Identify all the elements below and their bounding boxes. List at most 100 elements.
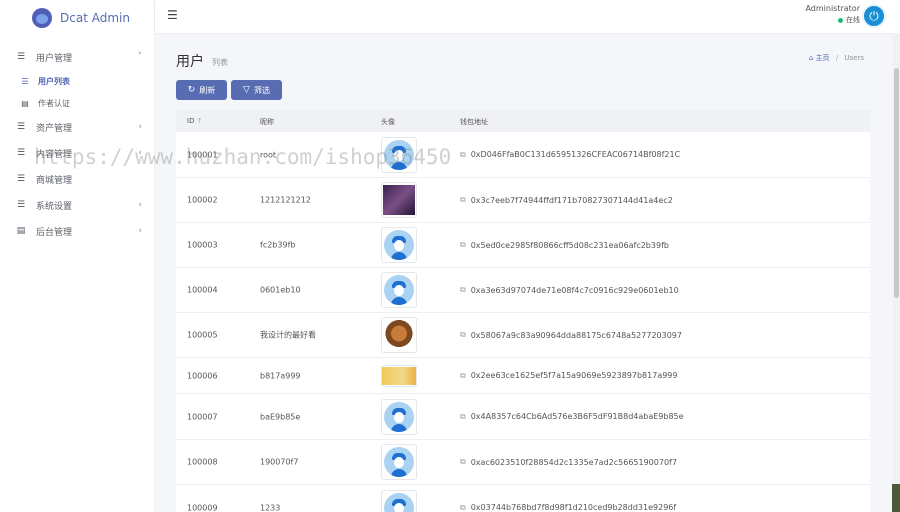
sidebar-item-label: 系统设置 — [36, 201, 73, 212]
cell-nickname: 190070f7 — [260, 457, 299, 467]
copy-icon[interactable]: ⧉ — [460, 503, 466, 512]
user-name: Administrator — [805, 4, 860, 13]
refresh-label: 刷新 — [199, 85, 216, 95]
table-row[interactable]: 100004 0601eb10 ⧉ 0xa3e63d97074de71e08f4c… — [176, 268, 870, 313]
file-icon: ▤ — [21, 98, 29, 108]
avatar-image[interactable] — [381, 489, 417, 512]
copy-icon[interactable]: ⧉ — [460, 412, 466, 422]
cell-wallet: ⧉ 0x03744b768bd7f8d98f1d210ced9b28dd31e92… — [460, 503, 676, 512]
sidebar-item-label: 资产管理 — [36, 123, 73, 134]
breadcrumb-current: Users — [844, 54, 864, 62]
cell-wallet: ⧉ 0x2ee63ce1625ef5f7a15a9069e5923897b817a… — [460, 371, 677, 381]
copy-icon[interactable]: ⧉ — [460, 457, 466, 467]
sidebar-menu: ☰ 用户管理 ˅ ☰ 用户列表 ▤ 作者认证 ☰ 资产管理 ‹ ☰ 内容管理 ‹… — [0, 44, 154, 244]
bars-icon: ☰ — [16, 148, 26, 158]
user-status-text: 在线 — [846, 16, 860, 24]
table-row[interactable]: 100007 baE9b85e ⧉ 0x4A8357c64Cb6Ad576e3B6… — [176, 394, 870, 440]
cell-wallet: ⧉ 0x3c7eeb7f74944ffdf171b70827307144d41a4… — [460, 195, 673, 205]
avatar-image[interactable] — [381, 317, 417, 353]
top-header: ☰ Administrator 在线 ⏻ — [155, 0, 900, 33]
cell-id: 100007 — [187, 412, 218, 421]
page-scrollbar[interactable] — [893, 33, 900, 512]
column-header-avatar: 头像 — [381, 118, 395, 126]
filter-label: 筛选 — [253, 85, 270, 95]
page-title: 用户 — [176, 54, 204, 70]
filter-button[interactable]: ▽ 筛选 — [231, 80, 282, 100]
table-row[interactable]: 100002 1212121212 ⧉ 0x3c7eeb7f74944ffdf17… — [176, 178, 870, 223]
wallet-address: 0x3c7eeb7f74944ffdf171b70827307144d41a4e… — [470, 195, 673, 205]
table-row[interactable]: 100008 190070f7 ⧉ 0xac6023510f28854d2c133… — [176, 440, 870, 485]
cell-id: 100008 — [187, 457, 218, 467]
table-row[interactable]: 100006 b817a999 ⧉ 0x2ee63ce1625ef5f7a15a9… — [176, 358, 870, 394]
bars-icon: ☰ — [16, 52, 26, 62]
sidebar-item-shop[interactable]: ☰ 商城管理 — [0, 166, 154, 192]
cell-nickname: baE9b85e — [260, 412, 301, 421]
cell-id: 100005 — [187, 330, 218, 340]
list-icon: ☰ — [21, 76, 29, 86]
cell-nickname: b817a999 — [260, 371, 301, 380]
brand[interactable]: Dcat Admin — [0, 0, 154, 36]
sidebar: Dcat Admin ☰ 用户管理 ˅ ☰ 用户列表 ▤ 作者认证 ☰ 资产管理… — [0, 0, 155, 512]
cell-id: 100004 — [187, 285, 218, 295]
user-info[interactable]: Administrator 在线 — [805, 4, 860, 25]
avatar-image[interactable] — [381, 444, 417, 480]
sidebar-subitem-author-verify[interactable]: ▤ 作者认证 — [0, 92, 154, 114]
sidebar-item-admin[interactable]: ▤ 后台管理 ‹ — [0, 218, 154, 244]
bars-icon: ☰ — [16, 200, 26, 210]
avatar-image[interactable] — [381, 227, 417, 263]
table-row[interactable]: 100005 我设计的最好看 ⧉ 0x58067a9c83a90964dda881… — [176, 313, 870, 358]
copy-icon[interactable]: ⧉ — [460, 240, 466, 250]
wallet-address: 0x03744b768bd7f8d98f1d210ced9b28dd31e929… — [470, 503, 677, 512]
avatar-image[interactable] — [381, 364, 417, 387]
page-subtitle: 列表 — [212, 58, 228, 67]
wallet-address: 0x58067a9c83a90964dda88175c6748a52772030… — [470, 330, 682, 340]
refresh-button[interactable]: ↻ 刷新 — [176, 80, 227, 100]
breadcrumb-home[interactable]: 主页 — [816, 54, 830, 62]
copy-icon[interactable]: ⧉ — [460, 195, 466, 205]
table-row[interactable]: 100009 1233 ⧉ 0x03744b768bd7f8d98f1d210ce… — [176, 485, 870, 512]
cell-wallet: ⧉ 0x4A8357c64Cb6Ad576e3B6F5dF91B8d4abaE9b… — [460, 412, 684, 422]
sidebar-item-assets[interactable]: ☰ 资产管理 ‹ — [0, 114, 154, 140]
cell-wallet: ⧉ 0xa3e63d97074de71e08f4c7c0916c929e0601e… — [460, 285, 679, 295]
cell-id: 100003 — [187, 240, 218, 250]
copy-icon[interactable]: ⧉ — [460, 330, 466, 340]
chevron-down-icon: ˅ — [137, 52, 143, 62]
sidebar-subitem-label: 用户列表 — [38, 76, 70, 86]
sort-icon: ↑ — [196, 117, 203, 125]
sidebar-subitem-user-list[interactable]: ☰ 用户列表 — [0, 70, 154, 92]
avatar-image[interactable] — [381, 272, 417, 308]
chevron-left-icon: ‹ — [138, 200, 142, 210]
table-row[interactable]: 100003 fc2b39fb ⧉ 0x5ed0ce2985f80866cff5d… — [176, 223, 870, 268]
users-table: ID ↑ 昵称 头像 钱包地址 100001 root ⧉ 0xD046FfaB0… — [176, 110, 870, 512]
dashboard-icon: ⌂ — [808, 54, 814, 62]
bars-icon: ☰ — [16, 122, 26, 132]
online-dot-icon — [838, 17, 843, 23]
app-name: Dcat Admin — [60, 11, 130, 25]
server-icon: ▤ — [16, 226, 26, 236]
wallet-address: 0xa3e63d97074de71e08f4c7c0916c929e0601eb… — [470, 285, 679, 295]
copy-icon[interactable]: ⧉ — [460, 371, 466, 381]
sidebar-subitem-label: 作者认证 — [38, 98, 70, 108]
user-avatar[interactable]: ⏻ — [862, 4, 886, 28]
sidebar-item-label: 用户管理 — [36, 53, 73, 64]
copy-icon[interactable]: ⧉ — [460, 150, 466, 160]
cell-wallet: ⧉ 0xac6023510f28854d2c1335e7ad2c566519007… — [460, 457, 677, 467]
chevron-left-icon: ‹ — [138, 122, 142, 132]
column-header-id[interactable]: ID ↑ — [187, 117, 203, 125]
wallet-address: 0xD046FfaB0C131d65951326CFEAC06714Bf08f2… — [470, 150, 681, 159]
menu-toggle-icon[interactable]: ☰ — [167, 8, 178, 22]
sidebar-item-label: 后台管理 — [36, 227, 73, 238]
sidebar-item-user-management[interactable]: ☰ 用户管理 ˅ — [0, 44, 154, 70]
scrollbar-thumb[interactable] — [894, 68, 899, 298]
cell-id: 100002 — [187, 195, 218, 205]
breadcrumb: ⌂ 主页 / Users — [809, 53, 864, 63]
copy-icon[interactable]: ⧉ — [460, 285, 466, 295]
column-header-wallet: 钱包地址 — [460, 118, 488, 126]
avatar-image[interactable] — [381, 398, 417, 435]
sidebar-item-system[interactable]: ☰ 系统设置 ‹ — [0, 192, 154, 218]
avatar-image[interactable] — [381, 182, 417, 218]
user-status: 在线 — [805, 15, 860, 25]
cell-id: 100009 — [187, 503, 218, 512]
cell-nickname: 0601eb10 — [260, 285, 301, 295]
watermark-text: https://www.huzhan.com/ishop36450 — [34, 145, 452, 169]
